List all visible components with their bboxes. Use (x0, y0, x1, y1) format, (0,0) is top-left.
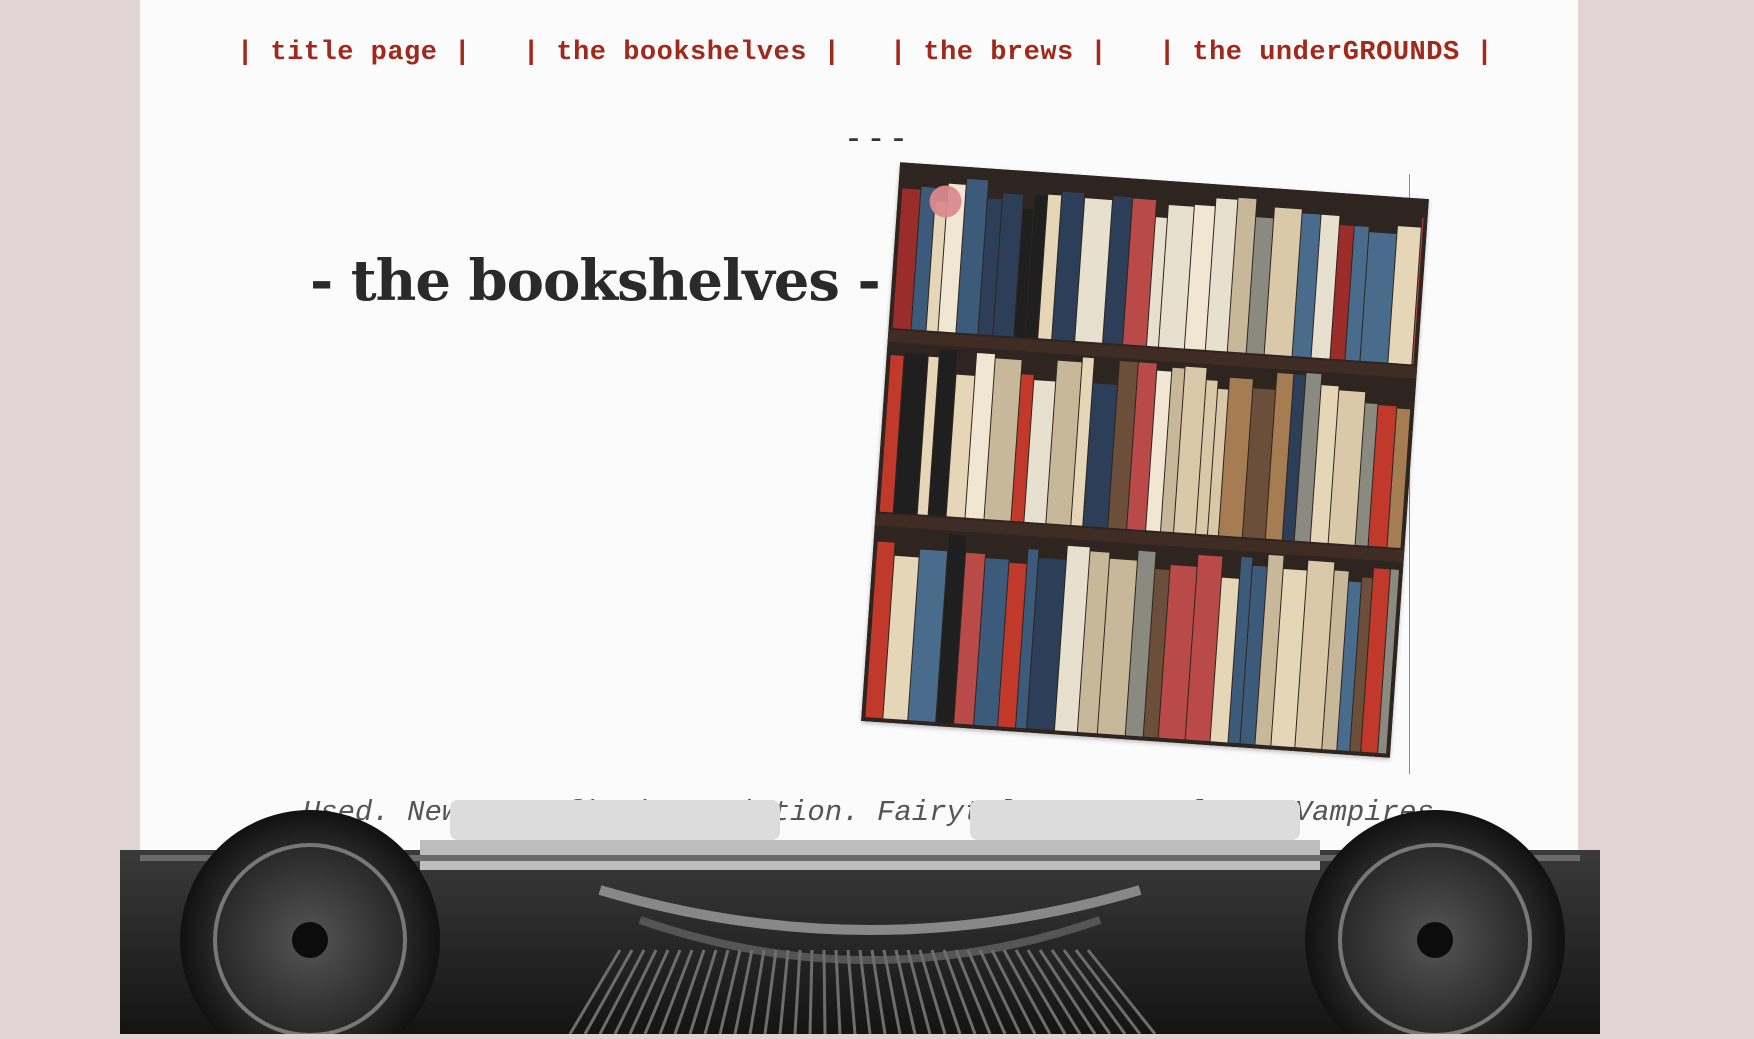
divider: --- (843, 118, 911, 158)
nav-the-brews[interactable]: | the brews | (890, 38, 1107, 68)
typewriter-illustration (120, 800, 1600, 1039)
typewriter-image (120, 800, 1600, 1039)
page-title: - the bookshelves - (310, 248, 881, 314)
bookshelf-photo (861, 162, 1429, 758)
nav-the-bookshelves[interactable]: | the bookshelves | (523, 38, 840, 68)
nav-the-undergrounds[interactable]: | the underGROUNDS | (1159, 38, 1493, 68)
main-nav: | title page | | the bookshelves | | the… (140, 38, 1578, 78)
nav-title-page[interactable]: | title page | (237, 38, 471, 68)
bookshelf-illustration (861, 162, 1429, 758)
